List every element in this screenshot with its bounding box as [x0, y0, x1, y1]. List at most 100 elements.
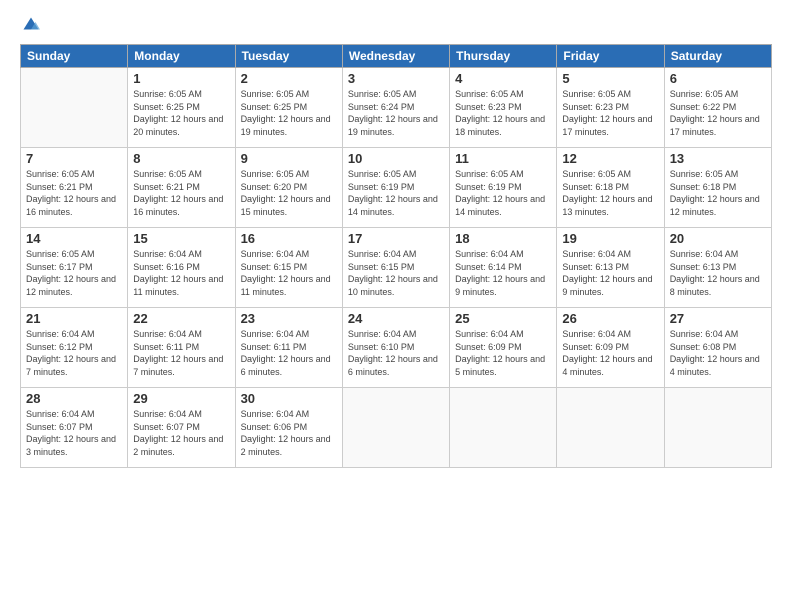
day-number: 25 — [455, 311, 551, 326]
calendar-cell: 3 Sunrise: 6:05 AMSunset: 6:24 PMDaylight… — [342, 68, 449, 148]
calendar-cell — [450, 388, 557, 468]
day-number: 16 — [241, 231, 337, 246]
day-number: 23 — [241, 311, 337, 326]
day-number: 17 — [348, 231, 444, 246]
day-number: 3 — [348, 71, 444, 86]
calendar-header-sunday: Sunday — [21, 45, 128, 68]
calendar-cell — [664, 388, 771, 468]
calendar-header-monday: Monday — [128, 45, 235, 68]
calendar: SundayMondayTuesdayWednesdayThursdayFrid… — [20, 44, 772, 468]
day-number: 11 — [455, 151, 551, 166]
day-number: 28 — [26, 391, 122, 406]
day-info: Sunrise: 6:04 AMSunset: 6:15 PMDaylight:… — [348, 248, 444, 298]
calendar-cell: 4 Sunrise: 6:05 AMSunset: 6:23 PMDaylight… — [450, 68, 557, 148]
calendar-header-tuesday: Tuesday — [235, 45, 342, 68]
calendar-cell: 28 Sunrise: 6:04 AMSunset: 6:07 PMDayligh… — [21, 388, 128, 468]
calendar-week-5: 28 Sunrise: 6:04 AMSunset: 6:07 PMDayligh… — [21, 388, 772, 468]
day-info: Sunrise: 6:04 AMSunset: 6:11 PMDaylight:… — [133, 328, 229, 378]
day-info: Sunrise: 6:04 AMSunset: 6:08 PMDaylight:… — [670, 328, 766, 378]
calendar-cell: 6 Sunrise: 6:05 AMSunset: 6:22 PMDaylight… — [664, 68, 771, 148]
calendar-cell: 20Sunrise: 6:04 AMSunset: 6:13 PMDayligh… — [664, 228, 771, 308]
calendar-header-saturday: Saturday — [664, 45, 771, 68]
day-number: 5 — [562, 71, 658, 86]
calendar-cell: 19 Sunrise: 6:04 AMSunset: 6:13 PMDayligh… — [557, 228, 664, 308]
day-number: 30 — [241, 391, 337, 406]
calendar-cell: 11 Sunrise: 6:05 AMSunset: 6:19 PMDayligh… — [450, 148, 557, 228]
calendar-cell: 13 Sunrise: 6:05 AMSunset: 6:18 PMDayligh… — [664, 148, 771, 228]
day-number: 4 — [455, 71, 551, 86]
day-number: 14 — [26, 231, 122, 246]
day-info: Sunrise: 6:04 AMSunset: 6:13 PMDaylight:… — [562, 248, 658, 298]
day-info: Sunrise: 6:04 AMSunset: 6:09 PMDaylight:… — [562, 328, 658, 378]
calendar-week-4: 21Sunrise: 6:04 AMSunset: 6:12 PMDayligh… — [21, 308, 772, 388]
calendar-cell: 12Sunrise: 6:05 AMSunset: 6:18 PMDayligh… — [557, 148, 664, 228]
day-info: Sunrise: 6:04 AMSunset: 6:07 PMDaylight:… — [26, 408, 122, 458]
day-number: 27 — [670, 311, 766, 326]
day-number: 7 — [26, 151, 122, 166]
day-info: Sunrise: 6:05 AMSunset: 6:22 PMDaylight:… — [670, 88, 766, 138]
day-number: 21 — [26, 311, 122, 326]
day-info: Sunrise: 6:04 AMSunset: 6:07 PMDaylight:… — [133, 408, 229, 458]
calendar-cell: 16Sunrise: 6:04 AMSunset: 6:15 PMDayligh… — [235, 228, 342, 308]
day-info: Sunrise: 6:04 AMSunset: 6:16 PMDaylight:… — [133, 248, 229, 298]
day-info: Sunrise: 6:04 AMSunset: 6:11 PMDaylight:… — [241, 328, 337, 378]
day-number: 9 — [241, 151, 337, 166]
day-info: Sunrise: 6:05 AMSunset: 6:17 PMDaylight:… — [26, 248, 122, 298]
day-number: 26 — [562, 311, 658, 326]
day-info: Sunrise: 6:04 AMSunset: 6:10 PMDaylight:… — [348, 328, 444, 378]
day-info: Sunrise: 6:05 AMSunset: 6:25 PMDaylight:… — [133, 88, 229, 138]
calendar-header-wednesday: Wednesday — [342, 45, 449, 68]
calendar-cell: 7 Sunrise: 6:05 AMSunset: 6:21 PMDaylight… — [21, 148, 128, 228]
day-info: Sunrise: 6:05 AMSunset: 6:21 PMDaylight:… — [133, 168, 229, 218]
day-info: Sunrise: 6:04 AMSunset: 6:13 PMDaylight:… — [670, 248, 766, 298]
day-number: 1 — [133, 71, 229, 86]
day-number: 13 — [670, 151, 766, 166]
calendar-cell — [21, 68, 128, 148]
calendar-cell — [557, 388, 664, 468]
calendar-cell: 1 Sunrise: 6:05 AMSunset: 6:25 PMDaylight… — [128, 68, 235, 148]
logo — [20, 16, 40, 34]
day-info: Sunrise: 6:05 AMSunset: 6:18 PMDaylight:… — [562, 168, 658, 218]
calendar-cell: 27 Sunrise: 6:04 AMSunset: 6:08 PMDayligh… — [664, 308, 771, 388]
day-info: Sunrise: 6:05 AMSunset: 6:23 PMDaylight:… — [562, 88, 658, 138]
calendar-cell — [342, 388, 449, 468]
calendar-cell: 26 Sunrise: 6:04 AMSunset: 6:09 PMDayligh… — [557, 308, 664, 388]
calendar-header-thursday: Thursday — [450, 45, 557, 68]
day-info: Sunrise: 6:04 AMSunset: 6:06 PMDaylight:… — [241, 408, 337, 458]
calendar-cell: 9Sunrise: 6:05 AMSunset: 6:20 PMDaylight… — [235, 148, 342, 228]
day-info: Sunrise: 6:04 AMSunset: 6:09 PMDaylight:… — [455, 328, 551, 378]
calendar-week-1: 1 Sunrise: 6:05 AMSunset: 6:25 PMDaylight… — [21, 68, 772, 148]
day-info: Sunrise: 6:04 AMSunset: 6:14 PMDaylight:… — [455, 248, 551, 298]
calendar-cell: 23 Sunrise: 6:04 AMSunset: 6:11 PMDayligh… — [235, 308, 342, 388]
day-number: 15 — [133, 231, 229, 246]
calendar-cell: 21Sunrise: 6:04 AMSunset: 6:12 PMDayligh… — [21, 308, 128, 388]
day-number: 2 — [241, 71, 337, 86]
logo-icon — [22, 16, 40, 34]
day-number: 10 — [348, 151, 444, 166]
calendar-cell: 30 Sunrise: 6:04 AMSunset: 6:06 PMDayligh… — [235, 388, 342, 468]
day-number: 6 — [670, 71, 766, 86]
calendar-week-2: 7 Sunrise: 6:05 AMSunset: 6:21 PMDaylight… — [21, 148, 772, 228]
day-info: Sunrise: 6:05 AMSunset: 6:19 PMDaylight:… — [455, 168, 551, 218]
day-info: Sunrise: 6:05 AMSunset: 6:24 PMDaylight:… — [348, 88, 444, 138]
day-info: Sunrise: 6:05 AMSunset: 6:18 PMDaylight:… — [670, 168, 766, 218]
day-number: 18 — [455, 231, 551, 246]
day-info: Sunrise: 6:05 AMSunset: 6:23 PMDaylight:… — [455, 88, 551, 138]
day-number: 19 — [562, 231, 658, 246]
calendar-cell: 29Sunrise: 6:04 AMSunset: 6:07 PMDayligh… — [128, 388, 235, 468]
page: SundayMondayTuesdayWednesdayThursdayFrid… — [0, 0, 792, 612]
day-number: 24 — [348, 311, 444, 326]
calendar-cell: 24 Sunrise: 6:04 AMSunset: 6:10 PMDayligh… — [342, 308, 449, 388]
day-info: Sunrise: 6:05 AMSunset: 6:25 PMDaylight:… — [241, 88, 337, 138]
calendar-cell: 14 Sunrise: 6:05 AMSunset: 6:17 PMDayligh… — [21, 228, 128, 308]
calendar-cell: 2 Sunrise: 6:05 AMSunset: 6:25 PMDaylight… — [235, 68, 342, 148]
calendar-header-friday: Friday — [557, 45, 664, 68]
day-info: Sunrise: 6:05 AMSunset: 6:19 PMDaylight:… — [348, 168, 444, 218]
calendar-header-row: SundayMondayTuesdayWednesdayThursdayFrid… — [21, 45, 772, 68]
day-info: Sunrise: 6:05 AMSunset: 6:21 PMDaylight:… — [26, 168, 122, 218]
calendar-cell: 8 Sunrise: 6:05 AMSunset: 6:21 PMDaylight… — [128, 148, 235, 228]
calendar-cell: 15 Sunrise: 6:04 AMSunset: 6:16 PMDayligh… — [128, 228, 235, 308]
calendar-cell: 17 Sunrise: 6:04 AMSunset: 6:15 PMDayligh… — [342, 228, 449, 308]
day-number: 8 — [133, 151, 229, 166]
calendar-cell: 5 Sunrise: 6:05 AMSunset: 6:23 PMDaylight… — [557, 68, 664, 148]
